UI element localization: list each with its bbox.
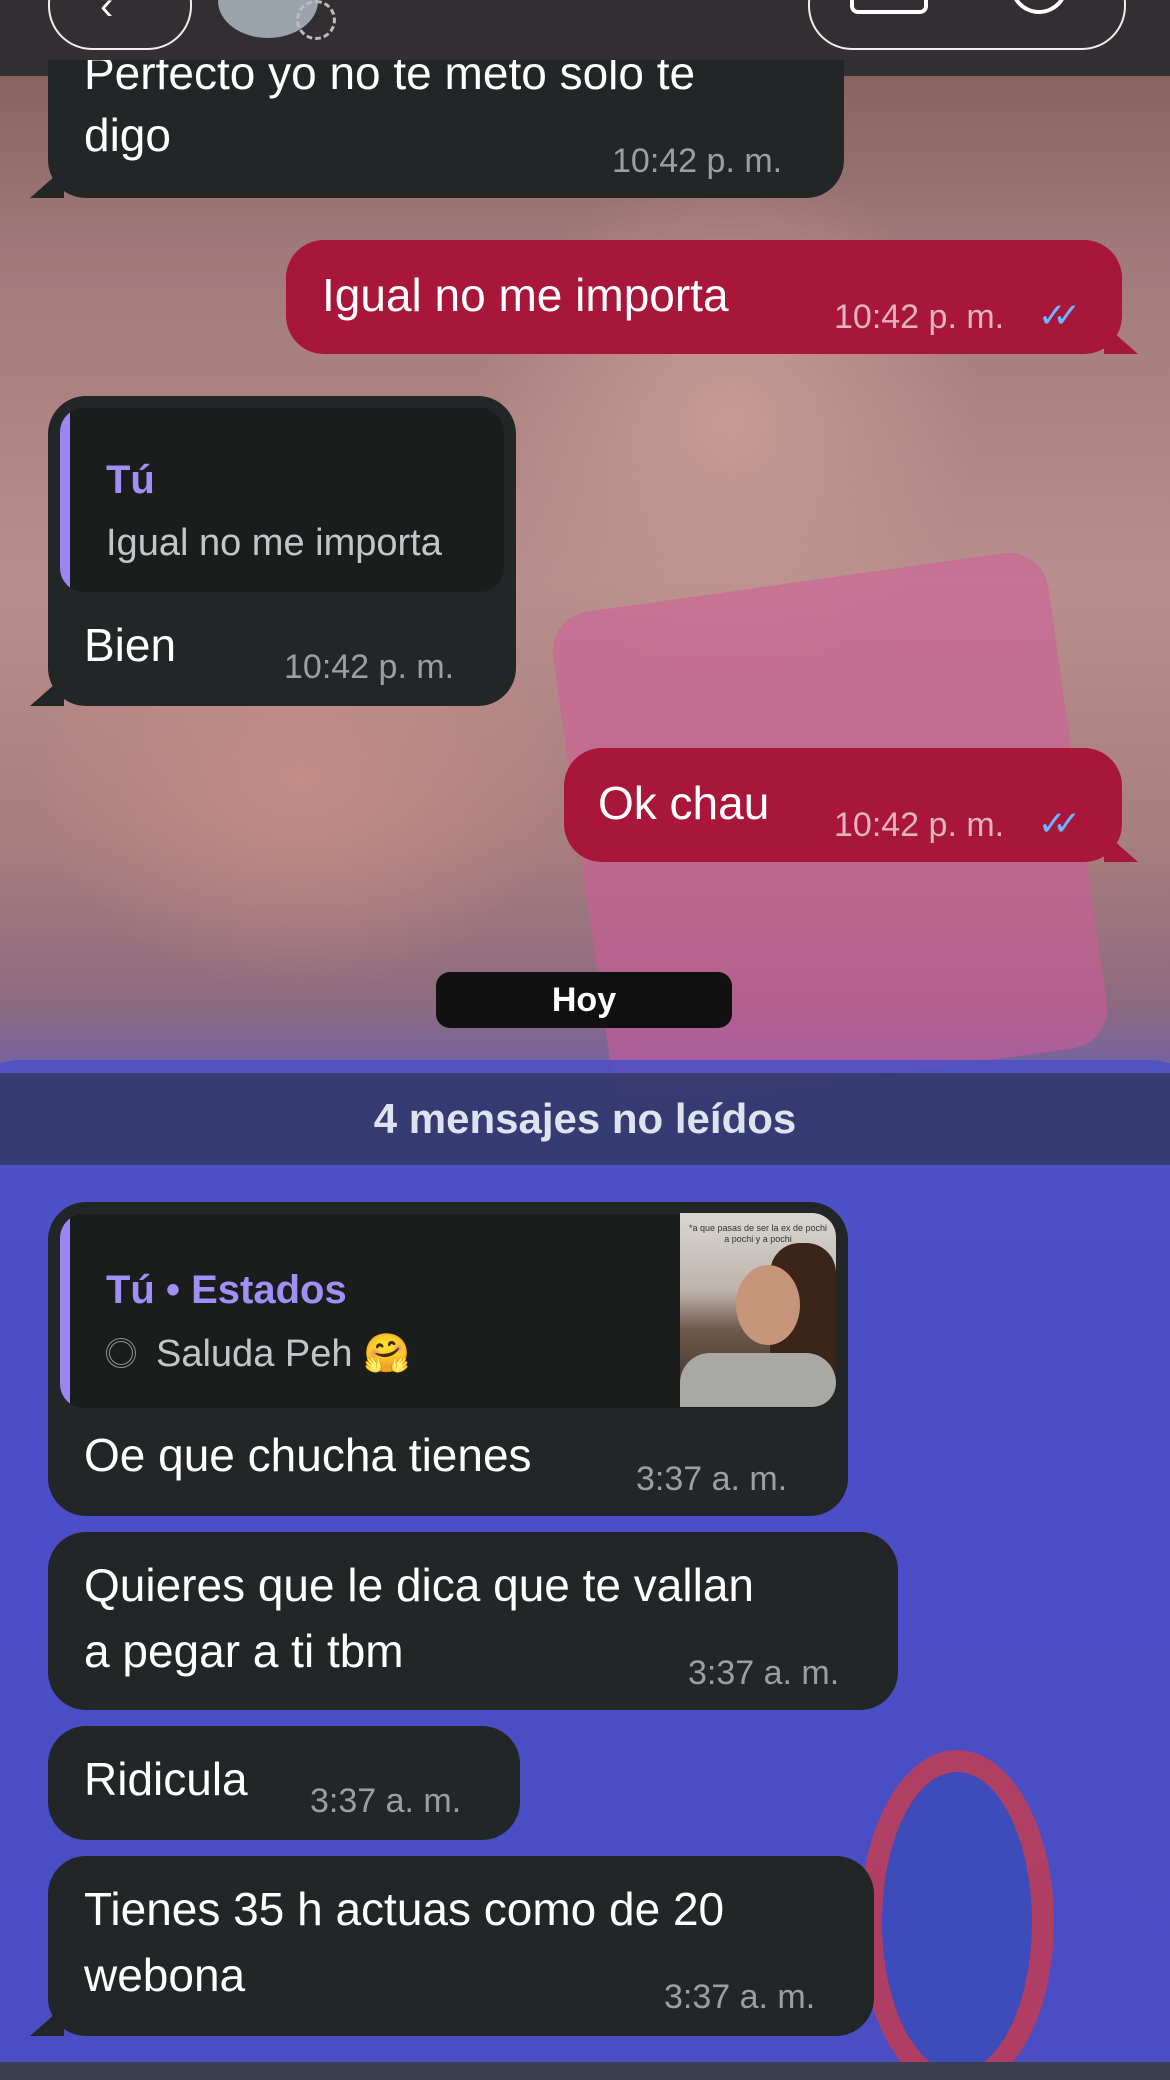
quoted-message[interactable]: Tú Igual no me importa <box>60 408 504 592</box>
call-actions <box>808 0 1126 50</box>
thumbnail-detail <box>736 1265 800 1345</box>
message-time: 3:37 a. m. <box>310 1782 462 1820</box>
message-text: Ridicula <box>84 1753 248 1805</box>
wallpaper-detail <box>860 1750 1054 2080</box>
date-separator: Hoy <box>436 972 732 1028</box>
message-incoming[interactable]: Quieres que le dica que te vallan a pega… <box>48 1532 898 1710</box>
message-text: Ok chau <box>598 777 770 829</box>
message-incoming[interactable]: Ridicula 3:37 a. m. <box>48 1726 520 1840</box>
message-text: Oe que chucha tienes <box>84 1429 532 1481</box>
message-time: 3:37 a. m. <box>636 1460 788 1498</box>
message-time: 10:42 p. m. <box>834 806 1005 844</box>
message-incoming[interactable]: Perfecto yo no te meto solo te digo 10:4… <box>48 60 844 198</box>
message-outgoing[interactable]: Igual no me importa 10:42 p. m. ✓✓ <box>286 240 1122 354</box>
quote-author: Tú • Estados <box>106 1268 347 1312</box>
read-ticks-icon: ✓✓ <box>1038 297 1081 335</box>
message-time: 3:37 a. m. <box>664 1978 816 2016</box>
read-ticks-icon: ✓✓ <box>1038 805 1081 843</box>
message-text: webona <box>84 1949 246 2001</box>
thumbnail-detail <box>680 1353 836 1407</box>
message-time: 10:42 p. m. <box>834 298 1005 336</box>
message-text: Tienes 35 h actuas como de 20 <box>84 1883 725 1935</box>
message-incoming[interactable]: Tienes 35 h actuas como de 20 webona 3:3… <box>48 1856 874 2036</box>
status-ring-icon <box>296 0 336 40</box>
message-time: 10:42 p. m. <box>284 648 455 686</box>
message-text: digo <box>84 109 171 161</box>
video-camera-icon[interactable] <box>850 0 928 14</box>
status-ring-icon <box>106 1338 136 1368</box>
quote-text: Igual no me importa <box>106 522 442 564</box>
message-outgoing[interactable]: Ok chau 10:42 p. m. ✓✓ <box>564 748 1122 862</box>
message-time: 10:42 p. m. <box>612 142 783 180</box>
quote-text: Saluda Peh 🤗 <box>156 1333 411 1375</box>
unread-messages-banner: 4 mensajes no leídos <box>0 1073 1170 1165</box>
thumbnail-caption: *a que pasas de ser la ex de pochi a poc… <box>688 1223 828 1244</box>
message-text: Quieres que le dica que te vallan <box>84 1559 754 1611</box>
input-bar-edge <box>0 2062 1170 2080</box>
message-time: 3:37 a. m. <box>688 1654 840 1692</box>
message-text: a pegar a ti tbm <box>84 1625 404 1677</box>
status-thumbnail[interactable]: *a que pasas de ser la ex de pochi a poc… <box>680 1213 836 1407</box>
quote-author: Tú <box>106 458 155 502</box>
message-incoming-reply[interactable]: Tú Igual no me importa Bien 10:42 p. m. <box>48 396 516 706</box>
message-text: Bien <box>84 619 177 671</box>
quote-accent-bar <box>60 408 70 592</box>
phone-icon[interactable] <box>1010 0 1068 14</box>
quote-accent-bar <box>60 1214 70 1408</box>
back-button[interactable]: ‹ <box>48 0 192 50</box>
chevron-left-icon: ‹ <box>100 0 114 28</box>
message-text: Igual no me importa <box>322 269 729 321</box>
